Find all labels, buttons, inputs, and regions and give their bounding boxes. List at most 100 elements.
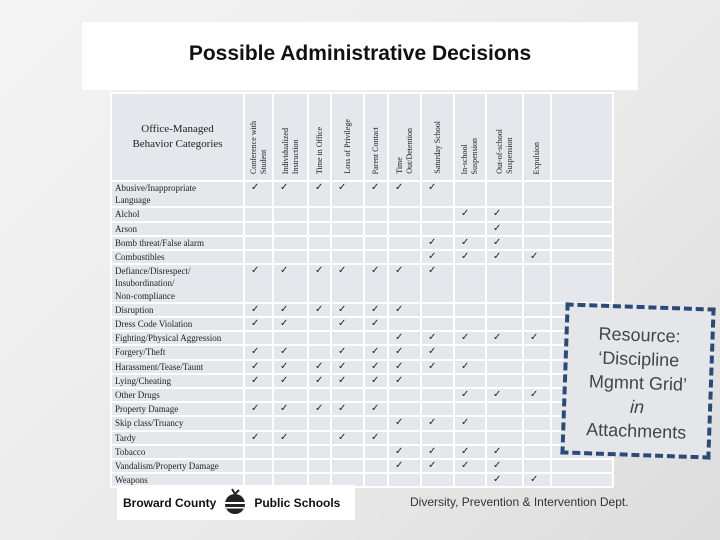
- department-footer: Diversity, Prevention & Intervention Dep…: [410, 495, 629, 509]
- row-label: Fighting/Physical Aggression: [110, 330, 245, 347]
- empty-cell: [420, 472, 455, 489]
- empty-cell: [522, 443, 552, 461]
- check-mark-icon: ✓: [485, 472, 524, 489]
- logo-text-right: Public Schools: [254, 495, 341, 510]
- empty-cell: [330, 387, 365, 404]
- check-mark-icon: ✓: [420, 415, 455, 432]
- check-mark-icon: ✓: [420, 234, 455, 252]
- check-mark-icon: ✓: [272, 372, 309, 390]
- table-row: Disruption ✓ ✓ ✓ ✓ ✓ ✓: [110, 301, 614, 319]
- empty-cell: [307, 234, 332, 252]
- empty-cell: [330, 330, 365, 347]
- empty-cell: [522, 179, 552, 209]
- callout-line: Mgmnt Grid’: [588, 371, 688, 395]
- check-mark-icon: ✓: [330, 316, 365, 333]
- table-row: Alchol ✓ ✓: [110, 206, 614, 223]
- check-mark-icon: ✓: [387, 372, 422, 390]
- empty-cell: [550, 249, 614, 266]
- empty-cell: [387, 401, 422, 418]
- check-mark-icon: ✓: [453, 387, 487, 404]
- empty-cell: [420, 387, 455, 404]
- empty-cell: [550, 263, 614, 304]
- check-mark-icon: ✓: [453, 330, 487, 347]
- empty-cell: [243, 249, 274, 266]
- check-mark-icon: ✓: [387, 301, 422, 319]
- column-header: Out-of-school Suspension: [485, 92, 524, 182]
- empty-cell: [307, 387, 332, 404]
- empty-cell: [387, 220, 422, 237]
- check-mark-icon: ✓: [307, 372, 332, 390]
- check-mark-icon: ✓: [420, 458, 455, 475]
- empty-cell: [453, 220, 487, 237]
- empty-cell: [522, 401, 552, 418]
- empty-cell: [453, 372, 487, 390]
- row-label: Disruption: [110, 301, 245, 319]
- check-mark-icon: ✓: [485, 443, 524, 461]
- empty-cell: [453, 429, 487, 446]
- empty-cell: [453, 316, 487, 333]
- check-mark-icon: ✓: [453, 234, 487, 252]
- empty-cell: [522, 220, 552, 237]
- empty-cell: [363, 472, 389, 489]
- check-mark-icon: ✓: [420, 249, 455, 266]
- check-mark-icon: ✓: [272, 358, 309, 375]
- column-header: Expulsion: [522, 92, 552, 182]
- check-mark-icon: ✓: [330, 401, 365, 418]
- empty-cell: [485, 301, 524, 319]
- empty-cell: [485, 401, 524, 418]
- table-row: Bomb threat/False alarm ✓ ✓ ✓: [110, 234, 614, 252]
- callout-line: Attachments: [585, 419, 687, 443]
- check-mark-icon: ✓: [453, 443, 487, 461]
- page-title: Possible Administrative Decisions: [188, 42, 532, 65]
- row-label: Arson: [110, 220, 245, 237]
- column-header: Conference with Student: [243, 92, 274, 182]
- empty-cell: [453, 401, 487, 418]
- check-mark-icon: ✓: [453, 249, 487, 266]
- column-header-label: Parent Contact: [371, 126, 380, 174]
- check-mark-icon: ✓: [522, 472, 552, 489]
- empty-cell: [485, 358, 524, 375]
- column-header: Time in Office: [307, 92, 332, 182]
- empty-cell: [363, 415, 389, 432]
- empty-cell: [522, 263, 552, 304]
- empty-cell: [307, 206, 332, 223]
- empty-cell: [307, 458, 332, 475]
- empty-cell: [363, 458, 389, 475]
- empty-cell: [522, 458, 552, 475]
- column-header-label: Time in Office: [314, 126, 324, 174]
- table-row: Property Damage ✓ ✓ ✓ ✓ ✓: [110, 401, 614, 418]
- empty-cell: [307, 443, 332, 461]
- check-mark-icon: ✓: [363, 316, 389, 333]
- check-mark-icon: ✓: [363, 358, 389, 375]
- check-mark-icon: ✓: [387, 330, 422, 347]
- empty-cell: [522, 415, 552, 432]
- empty-cell: [550, 179, 614, 209]
- empty-cell: [550, 220, 614, 237]
- column-header: Saturday School: [420, 92, 455, 182]
- empty-cell: [453, 179, 487, 209]
- empty-cell: [550, 472, 614, 489]
- empty-cell: [243, 234, 274, 252]
- resource-callout: Resource: ‘Discipline Mgmnt Grid’ in Att…: [560, 302, 716, 460]
- empty-cell: [272, 220, 309, 237]
- column-header-label: Saturday School: [432, 121, 442, 174]
- category-header: Office-Managed Behavior Categories: [110, 92, 245, 182]
- empty-cell: [387, 249, 422, 266]
- empty-cell: [243, 458, 274, 475]
- row-label: Forgery/Theft: [110, 344, 245, 361]
- empty-cell: [307, 415, 332, 432]
- check-mark-icon: ✓: [522, 330, 552, 347]
- check-mark-icon: ✓: [243, 179, 274, 209]
- check-mark-icon: ✓: [243, 344, 274, 361]
- empty-cell: [420, 429, 455, 446]
- empty-cell: [420, 372, 455, 390]
- empty-cell: [420, 401, 455, 418]
- row-label: Bomb threat/False alarm: [110, 234, 245, 252]
- empty-cell: [387, 429, 422, 446]
- empty-cell: [420, 206, 455, 223]
- row-label: Alchol: [110, 206, 245, 223]
- empty-cell: [420, 301, 455, 319]
- empty-cell: [307, 330, 332, 347]
- column-header: Loss of Privilege: [330, 92, 365, 182]
- empty-cell: [550, 234, 614, 252]
